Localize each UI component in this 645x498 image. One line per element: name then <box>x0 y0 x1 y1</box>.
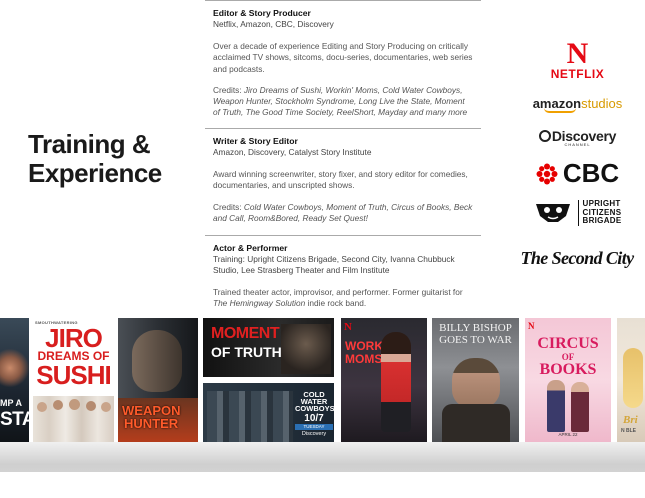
poster-title: MOMENT <box>211 325 280 342</box>
experience-description: Trained theater actor, improvisor, and p… <box>213 287 473 310</box>
experience-title: Writer & Story Editor <box>213 136 298 146</box>
page: Training & Experience Editor & Story Pro… <box>0 0 645 498</box>
netflix-logo: N NETFLIX <box>520 37 635 81</box>
poster-title: BILLY BISHOP <box>439 322 512 334</box>
poster-billy-bishop-goes-to-war[interactable]: BILLY BISHOP GOES TO WAR <box>432 318 519 442</box>
poster-face <box>132 330 182 392</box>
ucb-logo: UPRIGHT CITIZENS BRIGADE <box>520 200 635 226</box>
credits-list: Jiro Dreams of Sushi, Workin' Moms, Cold… <box>213 84 468 118</box>
ucb-line: BRIGADE <box>582 216 622 226</box>
experience-title: Actor & Performer <box>213 243 288 253</box>
experience-credits: Credits: Jiro Dreams of Sushi, Workin' M… <box>213 85 473 119</box>
netflix-n-mark: N <box>566 37 589 70</box>
discovery-logo: Discovery CHANNEL <box>520 128 635 147</box>
ucb-mask-icon <box>535 204 570 222</box>
netflix-n-icon: N <box>344 321 352 333</box>
poster-date: APRIL 22 <box>558 432 578 437</box>
poster-image <box>547 380 565 432</box>
poster-partial-left[interactable]: MP A STAR <box>0 318 29 442</box>
poster-title: Bri <box>623 414 638 426</box>
experience-organizations: Amazon, Discovery, Catalyst Story Instit… <box>213 147 372 157</box>
poster-title-2: OF TRUTH <box>211 344 282 360</box>
description-text-end: indie rock band. <box>307 298 367 309</box>
poster-title: CIRCUS <box>537 335 599 352</box>
netflix-n-icon: N <box>528 321 535 331</box>
poster-title-2: GOES TO WAR <box>439 334 512 346</box>
poster-image <box>33 396 114 442</box>
description-text: Trained theater actor, improvisor, and p… <box>213 287 463 297</box>
studios-wordmark: studios <box>581 96 623 111</box>
poster-title-2: STAR <box>0 409 29 430</box>
ucb-wordmark: UPRIGHT CITIZENS BRIGADE <box>577 200 622 226</box>
cbc-gem-icon <box>536 163 558 184</box>
poster-title-3: SUSHI <box>36 360 111 390</box>
amazon-smile-icon <box>543 108 576 113</box>
poster-moment-of-truth[interactable]: MOMENT OF TRUTH <box>203 318 334 377</box>
poster-title: JIRO <box>45 323 103 353</box>
cbc-logo: CBC <box>520 158 635 189</box>
heading-line-2: Experience <box>28 158 162 188</box>
poster-subtitle: N BLE <box>621 428 636 434</box>
poster-face <box>0 348 29 388</box>
experience-organizations: Netflix, Amazon, CBC, Discovery <box>213 19 334 29</box>
poster-cold-water-cowboys[interactable]: COLD WATER COWBOYS 10/7 TUESDAY Discover… <box>203 383 334 442</box>
bottom-scrollbar-area <box>0 442 645 498</box>
poster-title: MP A <box>0 398 23 408</box>
experience-item-actor: Actor & Performer Training: Upright Citi… <box>205 235 481 310</box>
show-poster-strip: MP A STAR SMOUTHWATERING JIRO DREAMS OF … <box>0 318 645 442</box>
poster-title: COLD WATER COWBOYS 10/7 TUESDAY Discover… <box>295 390 334 437</box>
poster-image <box>207 391 293 442</box>
poster-partial-right[interactable]: Bri N BLE <box>617 318 645 442</box>
poster-workin-moms[interactable]: N WORKIN' MOMS <box>341 318 427 442</box>
poster-face <box>452 358 500 408</box>
section-heading: Training & Experience <box>28 130 162 188</box>
experience-organizations: Training: Upright Citizens Brigade, Seco… <box>213 254 455 275</box>
netflix-wordmark: NETFLIX <box>550 67 605 81</box>
band-name: The Hemingway Solution <box>213 298 306 309</box>
experience-credits: Credits: Cold Water Cowboys, Moment of T… <box>213 202 473 225</box>
credits-label: Credits: <box>213 84 242 95</box>
second-city-logo: The Second City <box>516 248 638 269</box>
experience-item-editor: Editor & Story Producer Netflix, Amazon,… <box>205 0 481 128</box>
globe-icon <box>538 130 551 142</box>
poster-image <box>381 332 411 432</box>
poster-image <box>281 324 331 374</box>
poster-circus-of-books[interactable]: N CIRCUS OF BOOKS APRIL 22 <box>525 318 611 442</box>
experience-description: Award winning screenwriter, story fixer,… <box>213 169 468 191</box>
discovery-channel-text: CHANNEL <box>564 142 591 147</box>
credits-label: Credits: <box>213 201 242 212</box>
experience-title: Editor & Story Producer <box>213 8 311 18</box>
second-city-wordmark: The Second City <box>520 248 635 268</box>
poster-image <box>442 404 510 442</box>
experience-description: Over a decade of experience Editing and … <box>213 41 473 74</box>
poster-title-3: BOOKS <box>539 361 597 378</box>
poster-weapon-hunter[interactable]: WEAPON HUNTER <box>118 318 198 442</box>
cbc-wordmark: CBC <box>562 158 620 188</box>
poster-title-2: MOMS <box>345 352 383 366</box>
heading-line-1: Training & <box>28 129 151 159</box>
amazon-studios-logo: amazonstudios <box>520 96 635 116</box>
poster-title-2: HUNTER <box>124 416 179 431</box>
experience-list: Editor & Story Producer Netflix, Amazon,… <box>205 0 481 320</box>
poster-image <box>623 348 643 408</box>
experience-item-writer: Writer & Story Editor Amazon, Discovery,… <box>205 128 481 235</box>
poster-jiro-dreams-of-sushi[interactable]: SMOUTHWATERING JIRO DREAMS OF SUSHI <box>33 318 114 442</box>
page-bottom <box>0 472 645 498</box>
credits-list: Cold Water Cowboys, Moment of Truth, Cir… <box>213 201 473 223</box>
poster-image-2 <box>571 382 589 432</box>
